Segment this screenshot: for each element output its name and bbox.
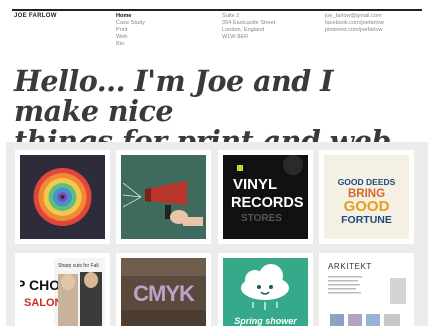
address-line: W1W 8ER bbox=[222, 34, 249, 40]
address-line: London, England bbox=[222, 27, 265, 33]
rainbow-artwork bbox=[20, 155, 105, 239]
spring-shower-text: Spring shower bbox=[234, 316, 297, 326]
nav-item-print[interactable]: Print bbox=[116, 27, 176, 34]
arkitekt-title: ARKITEKT bbox=[328, 262, 372, 271]
nav-item-bio[interactable]: Bio bbox=[116, 41, 176, 48]
arkitekt-artwork: ARKITEKT bbox=[324, 258, 409, 326]
good-deeds-artwork: GOOD DEEDS BRING GOOD FORTUNE bbox=[324, 155, 409, 239]
portfolio-gallery: VINYL RECORDS STORES GOOD DEEDS BRING GO… bbox=[6, 142, 428, 326]
main-nav: Home Case Study Print Web Bio bbox=[116, 13, 176, 48]
address-block: Suite 2 354 Eastcastle Street London, En… bbox=[222, 13, 312, 41]
vinyl-artwork: VINYL RECORDS STORES bbox=[223, 155, 308, 239]
vinyl-subtitle: RECORDS bbox=[231, 195, 304, 211]
cmyk-text: CMYK bbox=[133, 281, 195, 306]
nav-item-home[interactable]: Home bbox=[116, 13, 176, 20]
facebook-link[interactable]: facebook.com/joefarlow bbox=[325, 20, 425, 27]
brand-name[interactable]: JOE FARLOW bbox=[14, 13, 57, 19]
cmyk-artwork: CMYK bbox=[121, 258, 206, 326]
contact-links: joe_farlow@gmail.com facebook.com/joefar… bbox=[325, 13, 425, 34]
megaphone-artwork bbox=[121, 155, 206, 239]
header-rule bbox=[12, 9, 422, 11]
portfolio-tile-spring-shower[interactable]: Spring shower bbox=[218, 253, 313, 326]
address-line: Suite 2 bbox=[222, 13, 240, 19]
vinyl-title: VINYL bbox=[233, 176, 277, 193]
chop-salon-artwork: P CHOP SALON Sharp cuts for Fall bbox=[20, 258, 105, 326]
good-deeds-line-1: GOOD DEEDS bbox=[338, 177, 396, 187]
portfolio-tile-rainbow[interactable] bbox=[15, 150, 110, 244]
chop-side-text: SALON bbox=[24, 297, 63, 309]
portfolio-tile-chop-salon[interactable]: P CHOP SALON Sharp cuts for Fall bbox=[15, 253, 110, 326]
portfolio-tile-arkitekt[interactable]: ARKITEKT bbox=[319, 253, 414, 326]
spring-shower-artwork: Spring shower bbox=[223, 258, 308, 326]
email-link[interactable]: joe_farlow@gmail.com bbox=[325, 13, 425, 20]
good-deeds-line-3: GOOD bbox=[344, 198, 390, 215]
portfolio-tile-vinyl-records[interactable]: VINYL RECORDS STORES bbox=[218, 150, 313, 244]
good-deeds-line-4: FORTUNE bbox=[341, 214, 392, 226]
headline-line-1: Hello... I'm Joe and I make nice bbox=[14, 64, 333, 128]
portfolio-tile-good-deeds[interactable]: GOOD DEEDS BRING GOOD FORTUNE bbox=[319, 150, 414, 244]
chop-headline: Sharp cuts for Fall bbox=[58, 263, 99, 269]
nav-item-web[interactable]: Web bbox=[116, 34, 176, 41]
portfolio-tile-megaphone[interactable] bbox=[116, 150, 211, 244]
portfolio-tile-cmyk[interactable]: CMYK bbox=[116, 253, 211, 326]
address-line: 354 Eastcastle Street bbox=[222, 20, 276, 26]
pinterest-link[interactable]: pinterest.com/joefarlow bbox=[325, 27, 425, 34]
vinyl-caption: STORES bbox=[241, 213, 282, 224]
nav-item-case-study[interactable]: Case Study bbox=[116, 20, 176, 27]
